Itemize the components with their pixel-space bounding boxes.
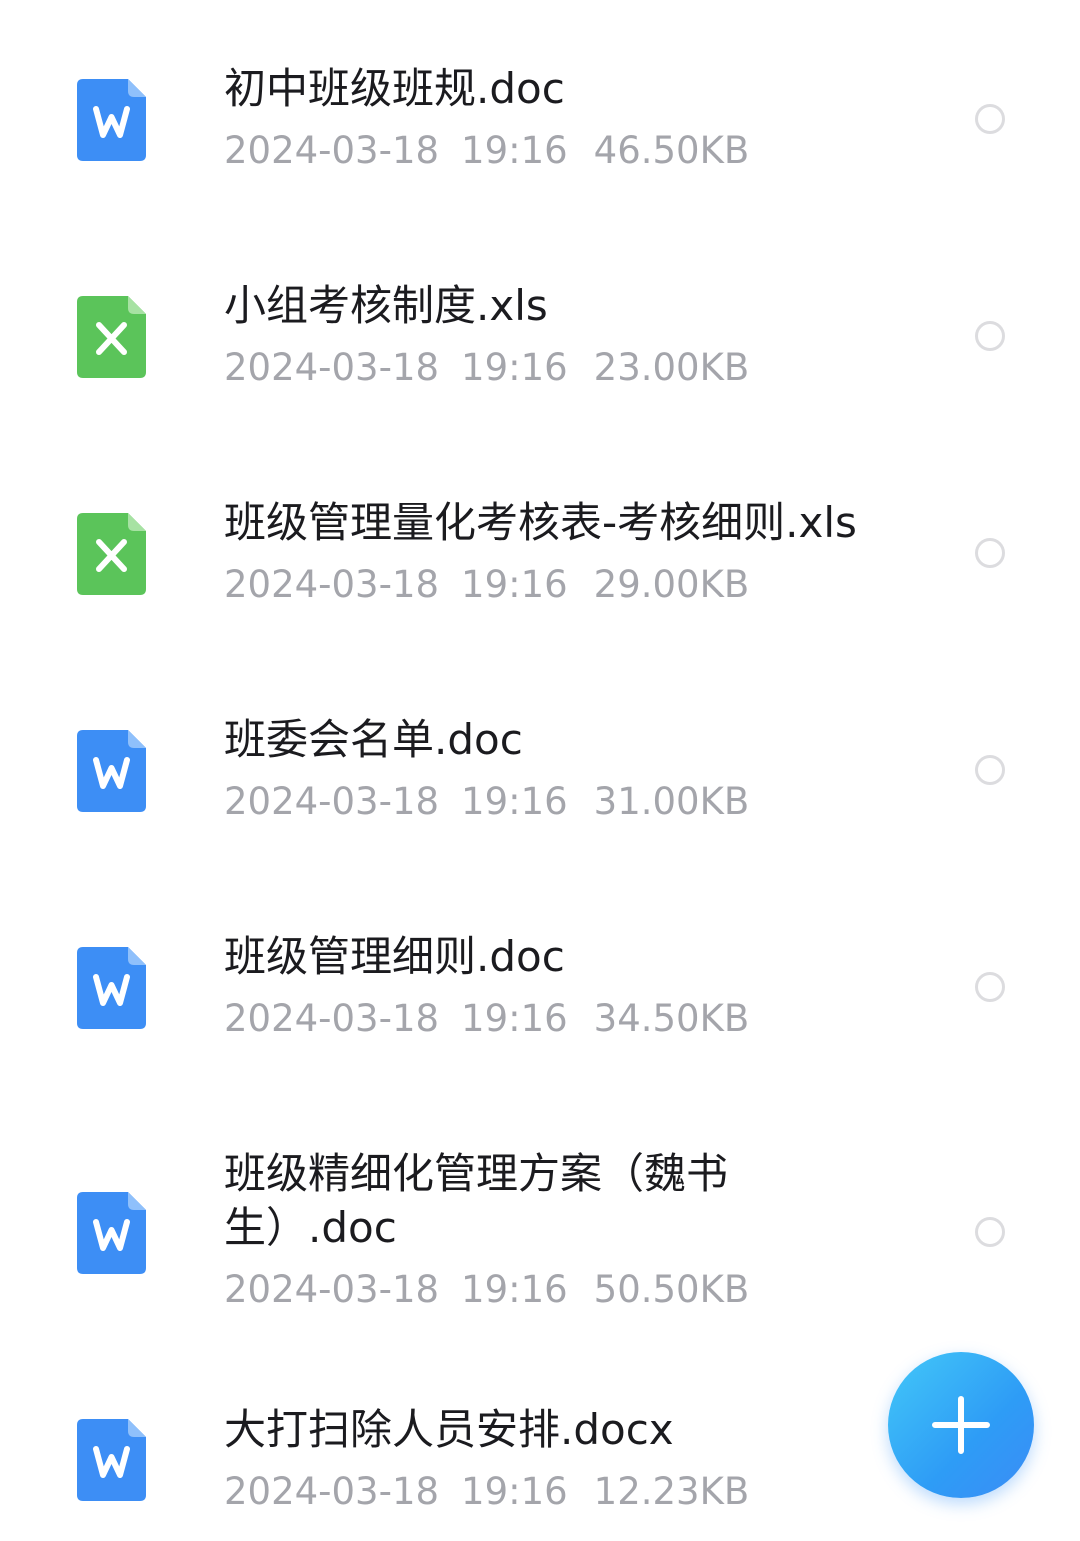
file-meta: 2024-03-18 19:16 46.50KB xyxy=(224,128,924,174)
file-date: 2024-03-18 xyxy=(224,997,440,1040)
file-name: 班级精细化管理方案（魏书生）.doc xyxy=(224,1149,729,1252)
word-doc-icon xyxy=(77,79,146,161)
file-name: 初中班级班规.doc xyxy=(224,64,565,113)
file-row[interactable]: 班委会名单.doc 2024-03-18 19:16 31.00KB xyxy=(0,651,1080,868)
select-radio[interactable] xyxy=(975,321,1005,351)
select-radio[interactable] xyxy=(975,755,1005,785)
file-meta: 2024-03-18 19:16 31.00KB xyxy=(224,779,924,825)
file-date: 2024-03-18 xyxy=(224,563,440,606)
file-name: 班委会名单.doc xyxy=(224,715,523,764)
file-date: 2024-03-18 xyxy=(224,1470,440,1513)
file-name: 大打扫除人员安排.docx xyxy=(224,1405,674,1454)
excel-xls-icon xyxy=(77,513,146,595)
file-row[interactable]: 小组考核制度.xls 2024-03-18 19:16 23.00KB xyxy=(0,217,1080,434)
file-time: 19:16 xyxy=(461,1470,568,1513)
select-radio[interactable] xyxy=(975,538,1005,568)
file-name: 班级管理量化考核表-考核细则.xls xyxy=(224,498,857,547)
file-info: 大打扫除人员安排.docx 2024-03-18 19:16 12.23KB xyxy=(224,1403,924,1515)
file-size: 34.50KB xyxy=(593,997,750,1040)
file-name: 班级管理细则.doc xyxy=(224,932,565,981)
word-doc-icon xyxy=(77,947,146,1029)
file-date: 2024-03-18 xyxy=(224,1268,440,1311)
file-info: 班委会名单.doc 2024-03-18 19:16 31.00KB xyxy=(224,713,924,825)
select-radio[interactable] xyxy=(975,972,1005,1002)
file-size: 23.00KB xyxy=(593,346,750,389)
file-size: 50.50KB xyxy=(593,1268,750,1311)
file-time: 19:16 xyxy=(461,563,568,606)
file-time: 19:16 xyxy=(461,780,568,823)
file-date: 2024-03-18 xyxy=(224,346,440,389)
file-info: 班级管理量化考核表-考核细则.xls 2024-03-18 19:16 29.00K… xyxy=(224,496,924,608)
file-size: 31.00KB xyxy=(593,780,750,823)
file-row[interactable]: 班级管理量化考核表-考核细则.xls 2024-03-18 19:16 29.00K… xyxy=(0,434,1080,651)
file-info: 初中班级班规.doc 2024-03-18 19:16 46.50KB xyxy=(224,62,924,174)
file-name: 小组考核制度.xls xyxy=(224,281,548,330)
file-time: 19:16 xyxy=(461,346,568,389)
file-size: 12.23KB xyxy=(593,1470,750,1513)
word-doc-icon xyxy=(77,1192,146,1274)
add-file-button[interactable] xyxy=(888,1352,1034,1498)
file-row[interactable]: 班级精细化管理方案（魏书生）.doc 2024-03-18 19:16 50.50K… xyxy=(0,1085,1080,1379)
select-radio[interactable] xyxy=(975,1217,1005,1247)
file-row[interactable]: 班级管理细则.doc 2024-03-18 19:16 34.50KB xyxy=(0,868,1080,1085)
file-info: 班级精细化管理方案（魏书生）.doc 2024-03-18 19:16 50.50K… xyxy=(224,1147,924,1313)
file-meta: 2024-03-18 19:16 23.00KB xyxy=(224,345,924,391)
file-date: 2024-03-18 xyxy=(224,780,440,823)
file-meta: 2024-03-18 19:16 12.23KB xyxy=(224,1469,924,1515)
plus-icon xyxy=(932,1396,990,1454)
file-meta: 2024-03-18 19:16 34.50KB xyxy=(224,996,924,1042)
file-meta: 2024-03-18 19:16 29.00KB xyxy=(224,562,924,608)
word-doc-icon xyxy=(77,1419,146,1501)
file-time: 19:16 xyxy=(461,997,568,1040)
select-radio[interactable] xyxy=(975,104,1005,134)
word-doc-icon xyxy=(77,730,146,812)
file-info: 小组考核制度.xls 2024-03-18 19:16 23.00KB xyxy=(224,279,924,391)
file-size: 29.00KB xyxy=(593,563,750,606)
file-info: 班级管理细则.doc 2024-03-18 19:16 34.50KB xyxy=(224,930,924,1042)
file-date: 2024-03-18 xyxy=(224,129,440,172)
file-size: 46.50KB xyxy=(593,129,750,172)
file-row[interactable]: 初中班级班规.doc 2024-03-18 19:16 46.50KB xyxy=(0,0,1080,217)
file-meta: 2024-03-18 19:16 50.50KB xyxy=(224,1267,924,1313)
file-list: 初中班级班规.doc 2024-03-18 19:16 46.50KB 小组考核制度… xyxy=(0,0,1080,1541)
file-time: 19:16 xyxy=(461,129,568,172)
excel-xls-icon xyxy=(77,296,146,378)
file-time: 19:16 xyxy=(461,1268,568,1311)
